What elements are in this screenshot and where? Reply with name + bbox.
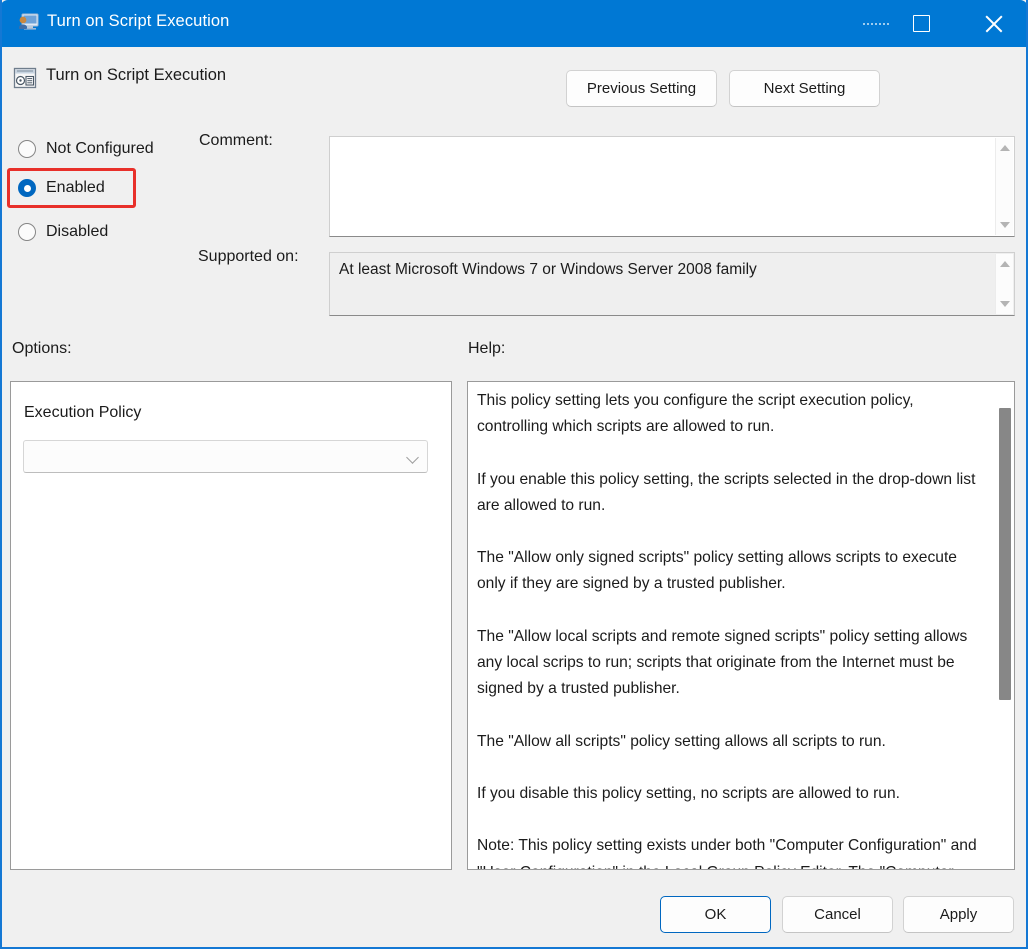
triangle-down-icon[interactable]: [1000, 301, 1010, 307]
radio-not-configured[interactable]: Not Configured: [18, 136, 154, 162]
radio-disabled[interactable]: Disabled: [18, 219, 108, 245]
help-scrollbar-thumb[interactable]: [999, 408, 1011, 700]
options-label: Options:: [12, 340, 72, 357]
radio-indicator-selected: [18, 179, 36, 197]
policy-setting-icon: [13, 67, 37, 89]
close-button[interactable]: [962, 0, 1024, 47]
ok-button[interactable]: OK: [660, 896, 771, 933]
help-panel: This policy setting lets you configure t…: [467, 381, 1015, 870]
supported-on-field: At least Microsoft Windows 7 or Windows …: [329, 252, 1015, 316]
comment-textarea[interactable]: [329, 136, 1015, 237]
execution-policy-dropdown[interactable]: [23, 440, 428, 473]
cancel-button[interactable]: Cancel: [782, 896, 893, 933]
maximize-icon: [912, 15, 930, 32]
policy-monitor-icon: [19, 13, 39, 30]
radio-label-enabled: Enabled: [46, 179, 105, 196]
triangle-down-icon[interactable]: [1000, 222, 1010, 228]
help-text: This policy setting lets you configure t…: [477, 392, 977, 869]
minimize-icon: [863, 22, 889, 25]
title-bar: Turn on Script Execution: [2, 0, 1026, 47]
comment-label: Comment:: [199, 132, 273, 149]
group-policy-setting-dialog: Turn on Script Execution Turn on Script …: [0, 0, 1028, 949]
options-panel: Execution Policy: [10, 381, 452, 870]
window-title: Turn on Script Execution: [47, 12, 230, 30]
next-setting-button[interactable]: Next Setting: [729, 70, 880, 107]
help-scrollbar[interactable]: [995, 382, 1014, 869]
radio-label-disabled: Disabled: [46, 223, 109, 240]
help-label: Help:: [468, 340, 506, 357]
execution-policy-label: Execution Policy: [24, 404, 142, 421]
maximize-button[interactable]: [890, 0, 952, 47]
radio-indicator: [18, 223, 36, 241]
radio-indicator: [18, 140, 36, 158]
comment-scrollbar[interactable]: [995, 138, 1013, 235]
triangle-up-icon[interactable]: [1000, 261, 1010, 267]
chevron-down-icon: [406, 451, 419, 464]
setting-title: Turn on Script Execution: [46, 66, 227, 84]
radio-enabled[interactable]: Enabled: [18, 175, 105, 201]
previous-setting-button[interactable]: Previous Setting: [566, 70, 717, 107]
supported-on-value: At least Microsoft Windows 7 or Windows …: [339, 261, 757, 278]
supported-on-scrollbar[interactable]: [995, 254, 1013, 314]
supported-on-label: Supported on:: [198, 248, 299, 265]
triangle-up-icon[interactable]: [1000, 145, 1010, 151]
apply-button[interactable]: Apply: [903, 896, 1014, 933]
close-icon: [983, 14, 1003, 34]
radio-label-not-configured: Not Configured: [46, 140, 154, 157]
